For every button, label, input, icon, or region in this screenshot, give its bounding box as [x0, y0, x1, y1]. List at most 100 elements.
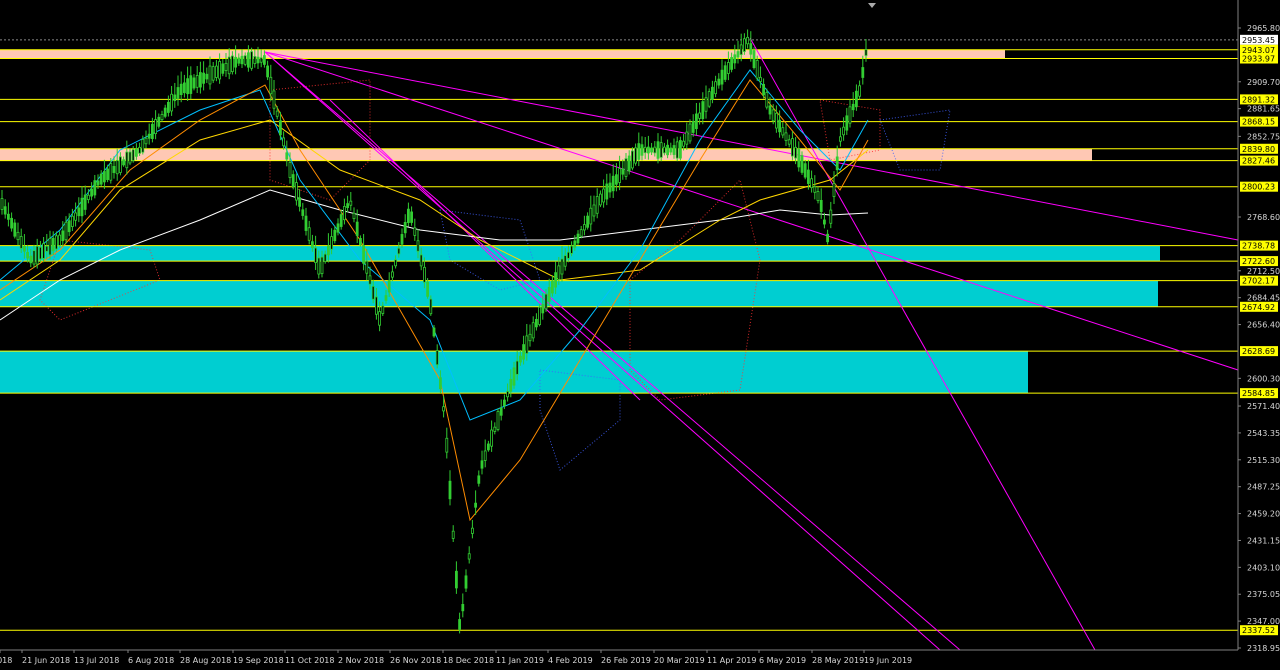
candle[interactable]: [794, 146, 797, 159]
candle[interactable]: [195, 75, 199, 88]
candle[interactable]: [573, 240, 577, 248]
candle[interactable]: [730, 57, 733, 70]
candle[interactable]: [631, 150, 634, 169]
candle[interactable]: [643, 146, 647, 154]
candle[interactable]: [262, 55, 266, 65]
candle[interactable]: [282, 137, 286, 147]
candle[interactable]: [288, 162, 292, 178]
candle[interactable]: [602, 188, 605, 203]
candle[interactable]: [83, 194, 87, 210]
candle[interactable]: [205, 73, 209, 80]
candle[interactable]: [80, 197, 84, 217]
candle[interactable]: [599, 193, 602, 206]
candle[interactable]: [467, 553, 471, 560]
candle[interactable]: [61, 230, 65, 242]
candle[interactable]: [506, 391, 510, 398]
candle[interactable]: [832, 183, 836, 197]
candle[interactable]: [835, 156, 839, 171]
candle[interactable]: [93, 180, 97, 196]
candle[interactable]: [823, 219, 826, 225]
candle[interactable]: [445, 437, 449, 453]
candle[interactable]: [166, 101, 170, 113]
candle[interactable]: [208, 65, 212, 85]
candle[interactable]: [368, 275, 372, 285]
candle[interactable]: [22, 246, 26, 252]
candle[interactable]: [672, 145, 676, 155]
candle[interactable]: [583, 224, 586, 231]
candle[interactable]: [406, 208, 410, 223]
candle[interactable]: [19, 236, 23, 249]
candle[interactable]: [733, 54, 737, 64]
candle[interactable]: [755, 60, 759, 79]
candle[interactable]: [509, 378, 513, 392]
candle[interactable]: [496, 411, 500, 430]
candle[interactable]: [202, 72, 206, 84]
candle[interactable]: [688, 123, 692, 142]
candle[interactable]: [605, 183, 609, 200]
candle[interactable]: [74, 212, 77, 221]
candle[interactable]: [346, 203, 350, 209]
candle[interactable]: [32, 250, 36, 265]
candle[interactable]: [307, 227, 311, 241]
candle[interactable]: [768, 105, 772, 115]
candle[interactable]: [759, 76, 762, 82]
candle[interactable]: [490, 429, 494, 447]
candle[interactable]: [502, 399, 506, 407]
candle[interactable]: [493, 426, 497, 432]
candle[interactable]: [807, 169, 810, 184]
candle[interactable]: [154, 119, 158, 135]
candle[interactable]: [106, 168, 109, 180]
candle[interactable]: [294, 182, 298, 201]
candle[interactable]: [749, 43, 753, 55]
candle[interactable]: [214, 65, 218, 78]
candle[interactable]: [656, 141, 660, 159]
candle[interactable]: [663, 146, 666, 154]
candle[interactable]: [739, 44, 743, 55]
candle[interactable]: [109, 163, 113, 181]
candle[interactable]: [813, 186, 817, 193]
candle[interactable]: [544, 293, 548, 310]
candle[interactable]: [762, 83, 765, 96]
candle[interactable]: [160, 114, 164, 120]
candle[interactable]: [787, 139, 791, 145]
candle[interactable]: [163, 107, 167, 117]
candle[interactable]: [141, 139, 145, 153]
candle[interactable]: [48, 238, 52, 256]
candle[interactable]: [746, 36, 749, 45]
candle[interactable]: [640, 144, 644, 156]
candle[interactable]: [272, 90, 276, 109]
candle[interactable]: [416, 240, 420, 252]
candle[interactable]: [803, 163, 807, 178]
candle[interactable]: [253, 56, 257, 64]
candle[interactable]: [480, 460, 484, 469]
candle[interactable]: [586, 215, 589, 228]
candle[interactable]: [538, 306, 541, 325]
candle[interactable]: [691, 120, 695, 133]
candle[interactable]: [71, 215, 74, 227]
candle[interactable]: [189, 75, 193, 94]
candle[interactable]: [448, 480, 452, 500]
candle[interactable]: [55, 235, 58, 250]
candle[interactable]: [256, 56, 260, 64]
candle[interactable]: [723, 65, 727, 80]
candle[interactable]: [454, 570, 458, 589]
candle[interactable]: [10, 217, 14, 229]
candle[interactable]: [87, 194, 90, 200]
candle[interactable]: [400, 234, 404, 245]
candle[interactable]: [131, 149, 135, 161]
candle[interactable]: [570, 245, 573, 254]
candle[interactable]: [278, 120, 282, 136]
candle[interactable]: [560, 258, 564, 275]
candle[interactable]: [618, 168, 621, 183]
candle[interactable]: [29, 255, 33, 264]
candle[interactable]: [829, 209, 833, 224]
candle[interactable]: [435, 350, 439, 366]
candle[interactable]: [554, 272, 557, 288]
candle[interactable]: [26, 251, 30, 259]
candle[interactable]: [349, 200, 353, 206]
candle[interactable]: [173, 94, 177, 102]
candle[interactable]: [381, 305, 385, 314]
candle[interactable]: [51, 237, 55, 252]
candle[interactable]: [515, 360, 519, 375]
candle[interactable]: [314, 247, 318, 264]
